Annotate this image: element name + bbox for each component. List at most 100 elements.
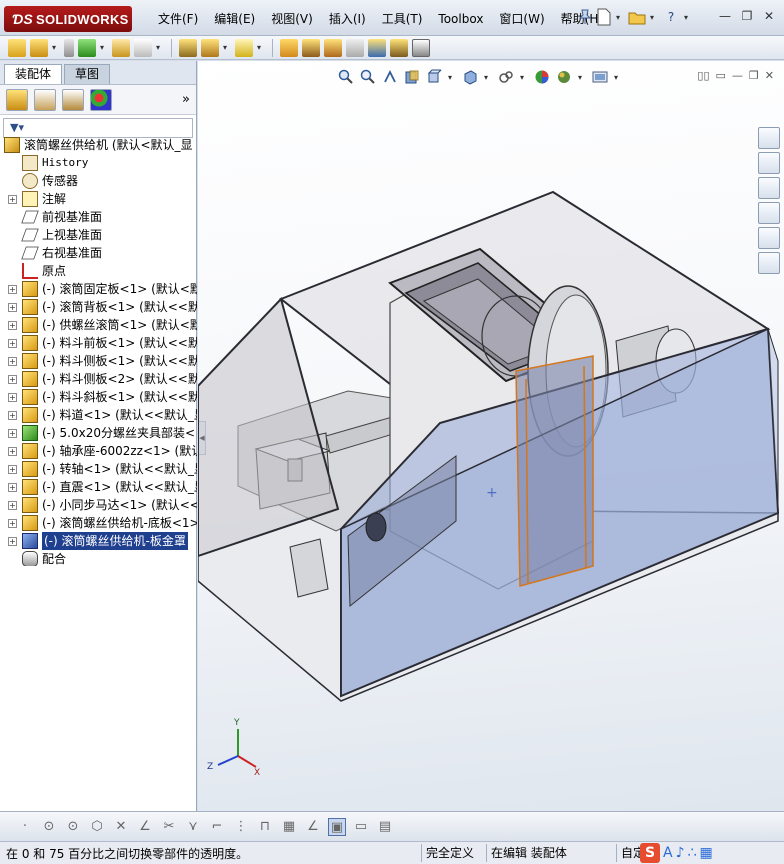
new-document-icon[interactable] <box>596 8 612 26</box>
interference-detection-icon[interactable] <box>368 38 386 57</box>
help-dropdown-icon[interactable]: ▾ <box>684 13 692 22</box>
ime-logo[interactable]: S <box>640 843 660 863</box>
tree-item[interactable]: 滚筒螺丝供给机 (默认<默认_显 <box>0 136 197 154</box>
custom-properties-icon[interactable] <box>758 252 780 274</box>
open-dropdown-icon[interactable]: ▾ <box>650 13 658 22</box>
appearances-icon[interactable] <box>758 227 780 249</box>
tree-item[interactable]: 前视基准面 <box>0 208 197 226</box>
tab-sketch[interactable]: 草图 <box>64 64 111 84</box>
open-folder-icon[interactable] <box>628 9 646 25</box>
dotted-line-icon[interactable]: ⋮ <box>232 818 250 836</box>
tree-item[interactable]: 右视基准面 <box>0 244 197 262</box>
feature-manager-tab-icon[interactable] <box>6 88 28 111</box>
circle-icon[interactable]: ⊙ <box>40 818 58 836</box>
help-icon[interactable]: ? <box>662 8 680 26</box>
expand-icon[interactable]: + <box>8 285 17 294</box>
pattern-dropdown-icon[interactable]: ▾ <box>100 43 108 52</box>
scissors-icon[interactable]: ✂ <box>160 818 178 836</box>
expand-icon[interactable]: + <box>8 195 17 204</box>
expand-icon[interactable]: + <box>8 537 17 546</box>
solidworks-resources-icon[interactable] <box>758 127 780 149</box>
tree-item[interactable]: + (-) 小同步马达<1> (默认<<默 <box>0 496 197 514</box>
tree-item[interactable]: + (-) 料斗斜板<1> (默认<<默认 <box>0 388 197 406</box>
angle-icon[interactable]: ∠ <box>136 818 154 836</box>
more-tabs-icon[interactable]: » <box>182 92 190 107</box>
tree-item[interactable]: 原点 <box>0 262 197 280</box>
features-dropdown-icon[interactable]: ▾ <box>223 43 231 52</box>
tree-item[interactable]: 传感器 <box>0 172 197 190</box>
assembly-features-icon[interactable] <box>201 38 219 57</box>
tree-item[interactable]: + (-) 直震<1> (默认<<默认_显 <box>0 478 197 496</box>
mate-icon[interactable] <box>64 38 74 57</box>
pushpin-icon[interactable] <box>578 9 592 25</box>
table-icon[interactable]: ▤ <box>376 818 394 836</box>
move-component-icon[interactable] <box>134 38 152 57</box>
tree-item[interactable]: + (-) 滚筒螺丝供给机-板金罩 <box>0 532 197 550</box>
reference-dropdown-icon[interactable]: ▾ <box>257 43 265 52</box>
mirror-icon[interactable]: ⋎ <box>184 818 202 836</box>
tree-item[interactable]: History <box>0 154 197 172</box>
ime-voice-icon[interactable]: ♪ <box>676 845 685 861</box>
expand-icon[interactable]: + <box>8 447 17 456</box>
exploded-view-icon[interactable] <box>324 38 342 57</box>
clearance-verification-icon[interactable] <box>390 38 408 57</box>
point-icon[interactable]: · <box>16 818 34 836</box>
insert-component-icon[interactable] <box>30 38 48 57</box>
expand-icon[interactable]: + <box>8 339 17 348</box>
minimize-button[interactable]: — <box>716 8 734 24</box>
tree-item[interactable]: + (-) 滚筒背板<1> (默认<<默认 <box>0 298 197 316</box>
grid-icon[interactable]: ▦ <box>280 818 298 836</box>
menu-edit[interactable]: 编辑(E) <box>206 10 263 28</box>
expand-icon[interactable]: + <box>8 519 17 528</box>
restore-button[interactable]: ❐ <box>738 8 756 24</box>
property-manager-tab-icon[interactable] <box>34 88 56 111</box>
tree-item[interactable]: + (-) 轴承座-6002zz<1> (默认 <box>0 442 197 460</box>
move-dropdown-icon[interactable]: ▾ <box>156 43 164 52</box>
expand-icon[interactable]: + <box>8 429 17 438</box>
tree-item[interactable]: + (-) 料斗前板<1> (默认<<默认 <box>0 334 197 352</box>
measure-angle-icon[interactable]: ∠ <box>304 818 322 836</box>
menu-file[interactable]: 文件(F) <box>150 10 206 28</box>
menu-insert[interactable]: 插入(I) <box>321 10 374 28</box>
menu-tools[interactable]: 工具(T) <box>374 10 431 28</box>
expand-icon[interactable]: + <box>8 303 17 312</box>
rectangle-icon[interactable]: ▭ <box>352 818 370 836</box>
expand-icon[interactable]: + <box>8 411 17 420</box>
edit-component-icon[interactable] <box>8 38 26 57</box>
tree-item[interactable]: + (-) 料道<1> (默认<<默认_显 <box>0 406 197 424</box>
expand-icon[interactable]: + <box>8 483 17 492</box>
menu-view[interactable]: 视图(V) <box>263 10 321 28</box>
instant3d-icon[interactable] <box>412 38 430 57</box>
tree-item[interactable]: + (-) 转轴<1> (默认<<默认_显 <box>0 460 197 478</box>
smart-fasteners-icon[interactable] <box>112 38 130 57</box>
close-button[interactable]: ✕ <box>760 8 778 24</box>
solidworks-logo[interactable]: ƊS SOLIDWORKS <box>4 6 132 32</box>
explode-line-sketch-icon[interactable] <box>346 38 364 57</box>
assembly-model[interactable]: + Y X Z <box>198 61 784 811</box>
expand-icon[interactable]: + <box>8 357 17 366</box>
menu-window[interactable]: 窗口(W) <box>491 10 552 28</box>
tree-item[interactable]: + (-) 料斗侧板<2> (默认<<默认 <box>0 370 197 388</box>
expand-icon[interactable]: + <box>8 501 17 510</box>
ime-mode-icon[interactable]: A <box>663 845 673 861</box>
ime-keyboard-icon[interactable]: ▦ <box>699 845 712 861</box>
tree-item[interactable]: 上视基准面 <box>0 226 197 244</box>
file-explorer-icon[interactable] <box>758 177 780 199</box>
expand-icon[interactable]: + <box>8 393 17 402</box>
tree-item[interactable]: + 注解 <box>0 190 197 208</box>
corner-icon[interactable]: ⌐ <box>208 818 226 836</box>
polygon-icon[interactable]: ⬡ <box>88 818 106 836</box>
ime-punct-icon[interactable]: ∴ <box>688 845 697 861</box>
design-library-icon[interactable] <box>758 152 780 174</box>
tree-item[interactable]: + (-) 滚筒螺丝供给机-底板<1> <box>0 514 197 532</box>
new-motion-study-icon[interactable] <box>280 38 298 57</box>
view-palette-icon[interactable] <box>758 202 780 224</box>
graphics-area[interactable]: ◀ ▾ ▾ ▾ ▾ ▾ ▯▯ ▭ — ❐ ✕ <box>198 61 784 811</box>
menu-toolbox[interactable]: Toolbox <box>430 10 491 28</box>
tree-item[interactable]: + (-) 供螺丝滚筒<1> (默认<默 <box>0 316 197 334</box>
expand-icon[interactable]: + <box>8 465 17 474</box>
tree-item[interactable]: + (-) 5.0x20分螺丝夹具部装< <box>0 424 197 442</box>
display-manager-tab-icon[interactable] <box>90 88 112 111</box>
expand-icon[interactable]: + <box>8 375 17 384</box>
bill-of-materials-icon[interactable] <box>302 38 320 57</box>
